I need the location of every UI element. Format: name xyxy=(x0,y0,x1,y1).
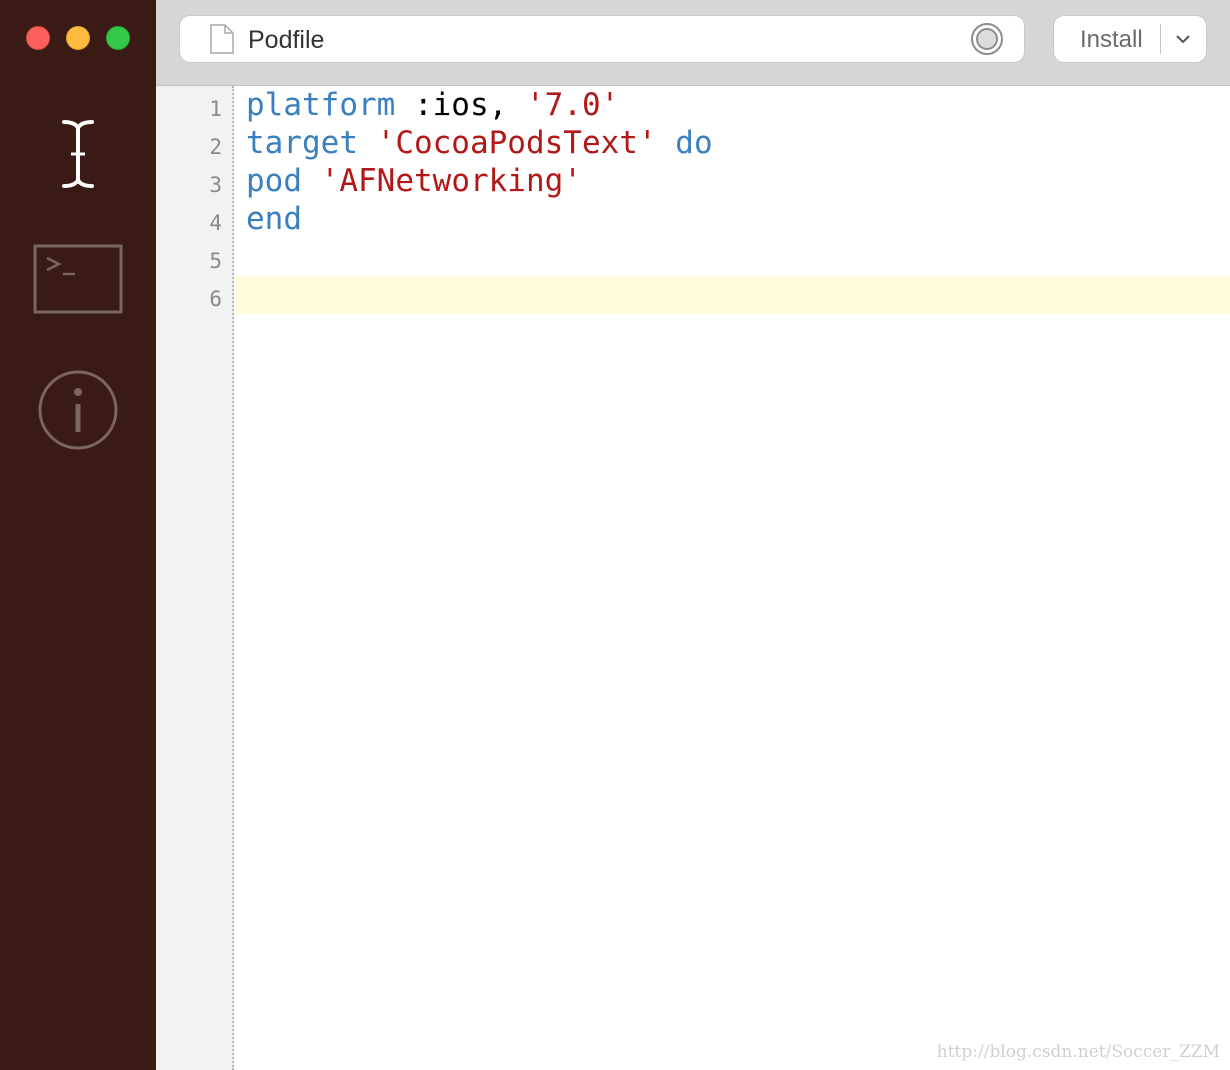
install-button-group: Install xyxy=(1054,16,1206,62)
document-icon xyxy=(210,24,234,54)
line-number: 6 xyxy=(209,287,222,311)
sidebar-item-info[interactable] xyxy=(28,362,128,458)
code-token-symbol: :ios, xyxy=(395,87,526,123)
install-button[interactable]: Install xyxy=(1080,27,1143,53)
line-number-gutter: 1 2 3 4 5 6 xyxy=(156,86,234,1070)
zoom-window-button[interactable] xyxy=(106,26,130,50)
code-line-1[interactable]: platform :ios, '7.0' xyxy=(246,86,619,124)
line-number: 1 xyxy=(209,97,222,121)
code-token-keyword: pod xyxy=(246,163,302,199)
code-token-string: '7.0' xyxy=(525,87,620,123)
watermark: http://blog.csdn.net/Soccer_ZZM xyxy=(936,1042,1220,1062)
app-window: Podfile Install 1 2 3 4 5 6 platform:io… xyxy=(0,0,1230,1070)
line-number: 4 xyxy=(209,211,222,235)
code-token-string: 'CocoaPodsText' xyxy=(376,125,657,161)
code-editor[interactable]: 1 2 3 4 5 6 platform :ios, '7.0' target … xyxy=(156,86,1230,1070)
code-token-keyword: do xyxy=(675,125,713,161)
install-divider xyxy=(1160,24,1161,54)
code-line-2[interactable]: target 'CocoaPodsText' do xyxy=(246,124,713,162)
terminal-icon xyxy=(33,244,123,314)
code-line-4[interactable]: end xyxy=(246,200,302,238)
code-token-keyword: platform xyxy=(246,87,396,123)
sidebar-item-terminal[interactable] xyxy=(28,238,128,322)
line-number: 2 xyxy=(209,135,222,159)
code-line-3[interactable]: pod 'AFNetworking' xyxy=(246,162,582,200)
line-number: 5 xyxy=(209,249,222,273)
code-token-string: 'AFNetworking' xyxy=(320,163,582,199)
close-window-button[interactable] xyxy=(26,26,50,50)
record-button[interactable] xyxy=(970,22,1004,56)
info-icon xyxy=(38,370,118,450)
file-path-field[interactable]: Podfile xyxy=(180,16,1024,62)
code-token-keyword: end xyxy=(246,201,302,237)
line-number: 3 xyxy=(209,173,222,197)
text-cursor-icon xyxy=(62,120,94,188)
file-name: Podfile xyxy=(248,26,325,54)
current-line-highlight xyxy=(236,276,1230,314)
code-token-keyword: target xyxy=(246,125,358,161)
sidebar-item-editor[interactable] xyxy=(28,112,128,196)
sidebar xyxy=(0,0,156,1070)
toolbar: Podfile Install xyxy=(156,0,1230,86)
minimize-window-button[interactable] xyxy=(66,26,90,50)
install-menu-button[interactable] xyxy=(1170,26,1196,52)
record-icon xyxy=(971,23,1003,55)
chevron-down-icon xyxy=(1176,35,1190,44)
